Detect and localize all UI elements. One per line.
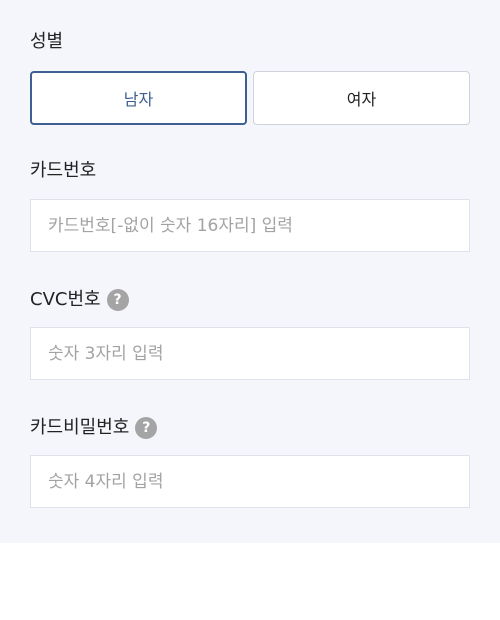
card-number-input[interactable] xyxy=(30,199,470,252)
gender-label: 성별 xyxy=(30,30,63,54)
gender-male-label: 남자 xyxy=(123,90,154,109)
cvc-input[interactable] xyxy=(30,327,470,380)
lower-section xyxy=(0,543,500,620)
gender-female-button[interactable]: 여자 xyxy=(253,71,470,125)
card-number-label-text: 카드번호 xyxy=(30,160,97,181)
card-password-label-text: 카드비밀번호 xyxy=(30,417,130,438)
gender-label-text: 성별 xyxy=(30,31,64,52)
cvc-help-icon[interactable]: ? xyxy=(106,289,129,311)
payment-form-panel: 성별 남자 여자 카드번호 CVC번호 ? 카드비밀번호 ? xyxy=(0,0,500,543)
cvc-label-text: CVC번호 xyxy=(30,289,101,310)
card-password-help-icon[interactable]: ? xyxy=(135,417,158,439)
cvc-label: CVC번호 ? xyxy=(30,288,129,312)
card-password-input[interactable] xyxy=(30,455,470,508)
gender-male-button[interactable]: 남자 xyxy=(30,71,247,125)
card-number-label: 카드번호 xyxy=(30,159,96,183)
card-password-label: 카드비밀번호 ? xyxy=(30,416,158,440)
gender-female-label: 여자 xyxy=(346,90,377,109)
